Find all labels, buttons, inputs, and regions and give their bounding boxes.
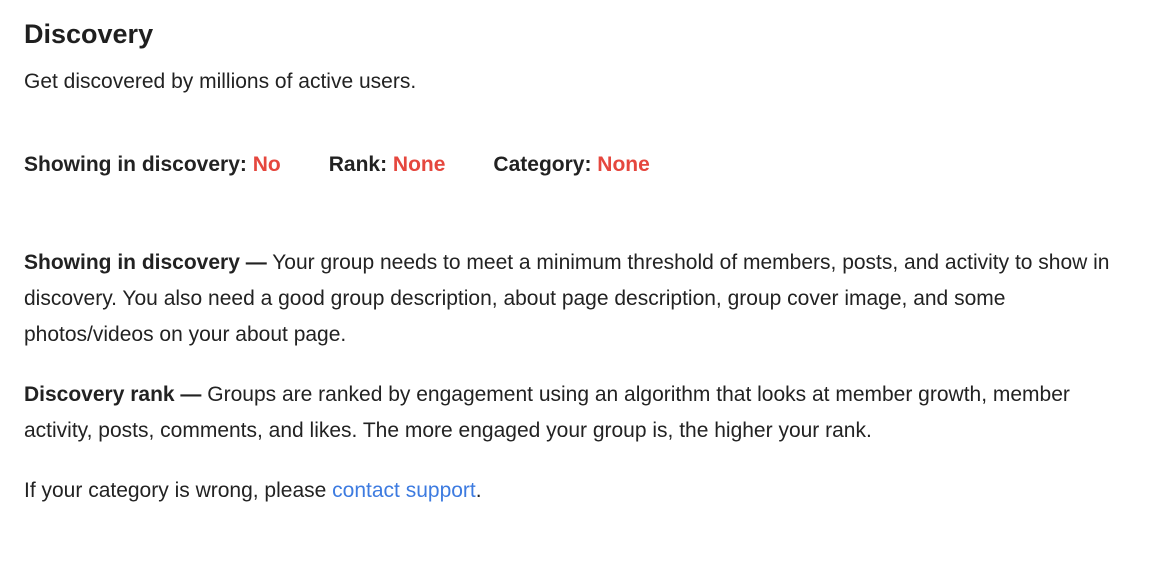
rank-info-heading: Discovery rank —: [24, 383, 202, 406]
category-info-suffix: .: [475, 479, 482, 502]
rank-status: Rank: None: [329, 151, 446, 179]
showing-status: Showing in discovery: No: [24, 151, 281, 179]
showing-info-heading: Showing in discovery —: [24, 251, 267, 274]
page-title: Discovery: [24, 19, 154, 49]
showing-status-value: No: [252, 153, 281, 176]
category-status-value: None: [597, 153, 650, 176]
rank-status-label: Rank:: [328, 153, 388, 176]
discovery-panel: Discovery Get discovered by millions of …: [0, 0, 1158, 509]
category-info-paragraph: If your category is wrong, please contac…: [24, 473, 1134, 509]
category-info-prefix: If your category is wrong, please: [24, 479, 327, 502]
rank-info-paragraph: Discovery rank — Groups are ranked by en…: [24, 377, 1134, 449]
category-status-label: Category:: [493, 153, 592, 176]
discovery-status-row: Showing in discovery: No Rank: None Cate…: [24, 151, 1134, 179]
contact-support-link[interactable]: contact support: [332, 479, 476, 502]
showing-status-label: Showing in discovery:: [24, 153, 247, 176]
showing-info-paragraph: Showing in discovery — Your group needs …: [24, 245, 1134, 353]
rank-status-value: None: [392, 153, 446, 176]
page-subtitle: Get discovered by millions of active use…: [24, 70, 417, 93]
category-status: Category: None: [493, 151, 649, 179]
